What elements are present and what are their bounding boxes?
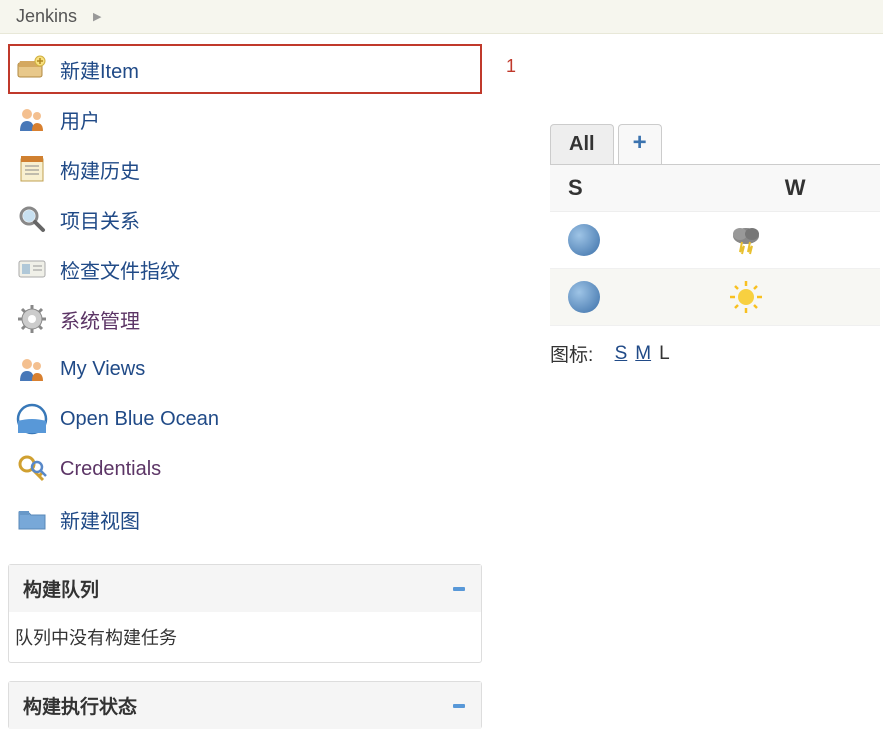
history-icon [16, 153, 48, 185]
nav-users[interactable]: 用户 [8, 94, 482, 144]
collapse-icon[interactable] [451, 698, 467, 714]
nav-label: 新建Item [60, 55, 139, 84]
nav-project-relationship[interactable]: 项目关系 [8, 194, 482, 244]
sidebar: 新建Item 1 用户 [0, 34, 490, 739]
fingerprint-icon [16, 253, 48, 285]
search-icon [16, 203, 48, 235]
table-row[interactable] [550, 269, 880, 326]
nav-label: Credentials [60, 458, 161, 481]
key-icon [16, 453, 48, 485]
breadcrumb: Jenkins ▶ [0, 0, 883, 34]
icon-size-label: 图标: [550, 340, 593, 367]
executor-title: 构建执行状态 [23, 692, 137, 719]
weather-storm-icon [710, 212, 880, 269]
nav-blue-ocean[interactable]: Open Blue Ocean [8, 394, 482, 444]
build-queue-panel: 构建队列 队列中没有构建任务 [8, 564, 482, 663]
nav-label: 检查文件指纹 [60, 255, 180, 284]
tab-add-view[interactable]: + [618, 124, 662, 164]
nav-credentials[interactable]: Credentials [8, 444, 482, 494]
nav-label: 构建历史 [60, 155, 140, 184]
main-content: All + S W [490, 34, 883, 739]
tab-all[interactable]: All [550, 124, 614, 164]
gear-icon [16, 303, 48, 335]
nav-label: 新建视图 [60, 505, 140, 534]
status-ball-icon [568, 281, 600, 313]
icon-size-large: L [659, 343, 670, 365]
breadcrumb-arrow-icon: ▶ [93, 10, 101, 23]
users-icon [16, 353, 48, 385]
icon-size-legend: 图标: S M L [550, 340, 883, 367]
folder-icon [16, 503, 48, 535]
icon-size-medium[interactable]: M [635, 343, 651, 365]
new-item-icon [16, 53, 48, 85]
nav-label: 系统管理 [60, 305, 140, 334]
col-weather[interactable]: W [710, 165, 880, 212]
nav-label: 项目关系 [60, 205, 140, 234]
nav-new-view[interactable]: 新建视图 [8, 494, 482, 544]
status-ball-icon [568, 224, 600, 256]
build-executor-panel: 构建执行状态 [8, 681, 482, 729]
users-icon [16, 103, 48, 135]
blueocean-icon [16, 403, 48, 435]
nav-label: Open Blue Ocean [60, 408, 219, 431]
table-row[interactable] [550, 212, 880, 269]
nav-build-history[interactable]: 构建历史 [8, 144, 482, 194]
nav-new-item[interactable]: 新建Item 1 [8, 44, 482, 94]
nav-label: My Views [60, 358, 145, 381]
icon-size-small[interactable]: S [615, 343, 628, 365]
nav-manage[interactable]: 系统管理 [8, 294, 482, 344]
nav-my-views[interactable]: My Views [8, 344, 482, 394]
nav-label: 用户 [60, 105, 100, 134]
collapse-icon[interactable] [451, 581, 467, 597]
nav-fingerprint[interactable]: 检查文件指纹 [8, 244, 482, 294]
breadcrumb-root[interactable]: Jenkins [16, 6, 77, 27]
job-table: S W [550, 164, 880, 326]
col-status[interactable]: S [550, 165, 710, 212]
queue-empty: 队列中没有构建任务 [9, 612, 481, 662]
queue-title: 构建队列 [23, 575, 99, 602]
weather-sun-icon [710, 269, 880, 326]
annotation-marker: 1 [506, 56, 516, 77]
view-tabs: All + [550, 124, 883, 164]
